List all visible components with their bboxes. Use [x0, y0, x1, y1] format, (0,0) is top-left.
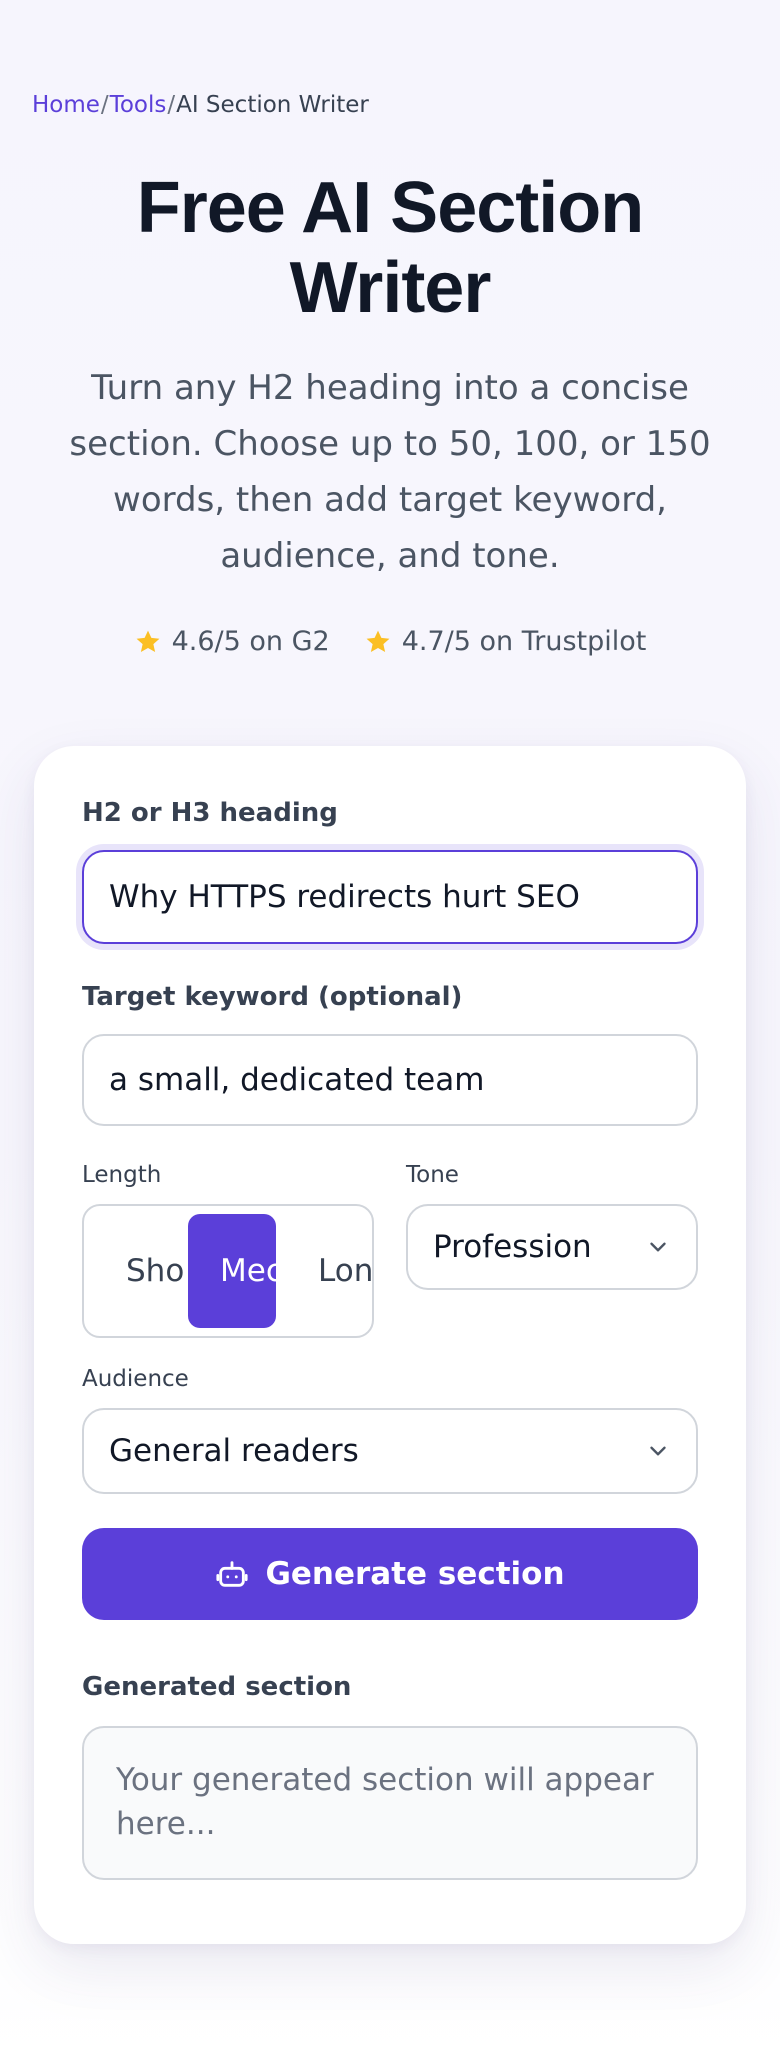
keyword-label: Target keyword (optional) — [82, 982, 463, 1012]
star-icon — [366, 630, 390, 652]
generate-button-label: Generate section — [265, 1556, 565, 1592]
length-option-short[interactable]: Sho — [126, 1206, 190, 1336]
rating-text: 4.6/5 on G2 — [171, 626, 330, 657]
length-option-long[interactable]: Long — [318, 1206, 372, 1336]
breadcrumb-home-link[interactable]: Home — [32, 92, 100, 118]
length-option-medium[interactable]: Mec — [188, 1214, 276, 1328]
rating-g2: 4.6/5 on G2 — [134, 626, 330, 657]
heading-input-value: Why HTTPS redirects hurt SEO — [109, 879, 580, 915]
chevron-down-icon — [650, 1446, 666, 1456]
page-title: Free AI Section Writer — [136, 168, 644, 328]
star-icon — [136, 630, 160, 652]
keyword-input[interactable]: a small, dedicated team — [82, 1034, 698, 1126]
audience-select[interactable]: General readers — [82, 1408, 698, 1494]
output-placeholder: Your generated section will appear here.… — [116, 1762, 654, 1842]
audience-label: Audience — [82, 1366, 189, 1392]
audience-select-value: General readers — [109, 1433, 359, 1469]
rating-trustpilot: 4.7/5 on Trustpilot — [364, 626, 647, 657]
robot-icon — [216, 1561, 249, 1587]
chevron-down-icon — [650, 1242, 666, 1252]
output-label: Generated section — [82, 1672, 352, 1702]
breadcrumb: Home / Tools / AI Section Writer — [32, 92, 369, 118]
generate-section-button[interactable]: Generate section — [82, 1528, 698, 1620]
generated-section-output[interactable]: Your generated section will appear here.… — [82, 1726, 698, 1880]
page-subtitle: Turn any H2 heading into a concise secti… — [69, 368, 711, 576]
breadcrumb-tools-link[interactable]: Tools — [110, 92, 167, 118]
length-label: Length — [82, 1162, 162, 1188]
breadcrumb-current: AI Section Writer — [176, 92, 369, 118]
rating-text: 4.7/5 on Trustpilot — [401, 626, 647, 657]
tone-select-value: Profession — [433, 1229, 592, 1265]
heading-input[interactable]: Why HTTPS redirects hurt SEO — [82, 850, 698, 944]
section-writer-form: H2 or H3 heading Why HTTPS redirects hur… — [34, 746, 746, 1944]
ratings: 4.6/5 on G2 4.7/5 on Trustpilot — [0, 626, 780, 657]
tone-select[interactable]: Profession — [406, 1204, 698, 1290]
breadcrumb-separator: / — [167, 92, 176, 118]
tone-label: Tone — [406, 1162, 459, 1188]
keyword-input-value: a small, dedicated team — [109, 1062, 485, 1098]
breadcrumb-separator: / — [100, 92, 109, 118]
length-segmented-control: Sho Mec Long — [82, 1204, 374, 1338]
heading-label: H2 or H3 heading — [82, 798, 338, 828]
